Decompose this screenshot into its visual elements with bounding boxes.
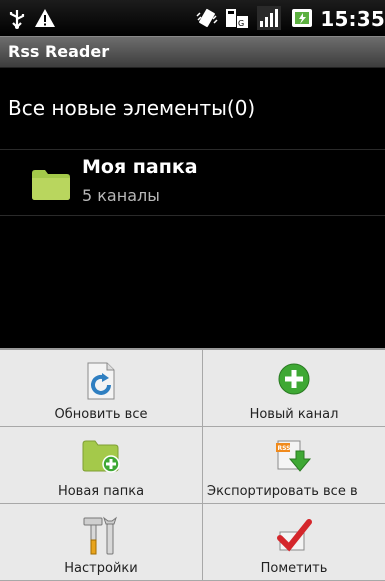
signal-bars-icon <box>257 6 281 30</box>
menu-item-new-channel[interactable]: Новый канал <box>203 350 385 427</box>
export-icon: RSS <box>276 440 312 472</box>
battery-charging-icon <box>292 9 312 27</box>
menu-item-export-all[interactable]: RSS Экспортировать все в <box>203 427 385 504</box>
all-new-items-label: Все новые элементы(0) <box>8 96 256 120</box>
folder-channel-count: 5 каналы <box>82 186 160 205</box>
folder-icon <box>32 170 70 200</box>
options-menu: Обновить все Новый канал Новая папка RSS… <box>0 348 385 581</box>
warning-icon <box>35 9 55 27</box>
status-bar: G 15:35 <box>0 0 385 36</box>
vibrate-icon <box>196 8 218 28</box>
menu-item-label: Обновить все <box>54 407 148 422</box>
new-folder-icon <box>82 440 120 473</box>
menu-item-label: Новая папка <box>57 484 145 499</box>
mark-icon <box>277 519 312 552</box>
add-channel-icon <box>278 363 310 395</box>
status-time: 15:35 <box>320 7 385 31</box>
folder-name: Моя папка <box>82 156 198 178</box>
usb-icon <box>9 10 25 29</box>
signal-roaming-icon: G <box>226 9 248 28</box>
menu-item-label: Настройки <box>64 561 138 576</box>
all-new-items-row[interactable]: Все новые элементы(0) <box>0 68 385 150</box>
menu-item-mark[interactable]: Пометить <box>203 504 385 581</box>
menu-item-label: Пометить <box>260 561 328 576</box>
menu-item-settings[interactable]: Настройки <box>0 504 203 581</box>
app-title-bar: Rss Reader <box>0 36 385 68</box>
menu-item-label: Новый канал <box>249 407 339 422</box>
svg-text:G: G <box>238 19 244 28</box>
menu-item-new-folder[interactable]: Новая папка <box>0 427 203 504</box>
menu-item-label: Экспортировать все в <box>207 484 358 499</box>
menu-item-refresh-all[interactable]: Обновить все <box>0 350 203 427</box>
folder-row[interactable]: Моя папка 5 каналы <box>0 150 385 216</box>
app-title: Rss Reader <box>8 42 110 61</box>
svg-text:RSS: RSS <box>278 445 291 452</box>
settings-icon <box>83 516 117 555</box>
refresh-icon <box>87 362 115 400</box>
feed-list: Все новые элементы(0) Моя папка 5 каналы <box>0 68 385 348</box>
